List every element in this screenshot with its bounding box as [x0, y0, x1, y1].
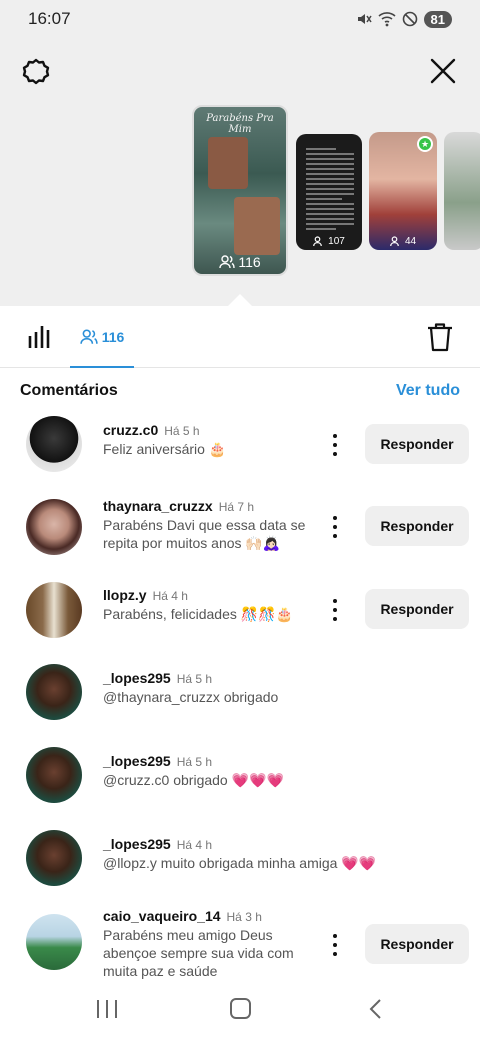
avatar[interactable]	[26, 664, 82, 720]
story-header: Parabéns Pra Mim 116 107 ★ 44	[0, 38, 480, 306]
story-viewers: 107	[296, 236, 362, 247]
comment-username[interactable]: cruzz.c0	[103, 422, 158, 438]
comment-username[interactable]: thaynara_cruzzx	[103, 498, 213, 514]
comment-text: Parabéns, felicidades 🎊🎊🎂	[103, 606, 294, 622]
comment-text: @llopz.y muito obrigada minha amiga 💗💗	[103, 855, 377, 871]
viewers-icon	[313, 236, 323, 247]
avatar[interactable]	[26, 830, 82, 886]
comment-item: llopz.y Há 4 h Parabéns, felicidades 🎊🎊🎂 …	[0, 577, 480, 653]
comment-time: Há 5 h	[164, 424, 200, 438]
story-thumbnail[interactable]: 107	[296, 134, 362, 250]
story-photo	[234, 197, 280, 255]
story-viewers-count: 116	[238, 254, 261, 270]
dnd-icon	[402, 11, 417, 27]
story-thumbnail[interactable]	[444, 132, 480, 250]
selected-story-indicator	[228, 294, 252, 306]
story-thumbnail[interactable]: ★ 44	[369, 132, 437, 250]
close-friends-badge: ★	[417, 136, 433, 152]
chevron-left-icon	[369, 999, 381, 1019]
avatar[interactable]	[26, 914, 82, 970]
status-icons: 81	[356, 10, 452, 28]
comments-title: Comentários	[20, 382, 118, 399]
back-button[interactable]	[368, 999, 384, 1019]
comment-username[interactable]: llopz.y	[103, 587, 147, 603]
tab-viewers[interactable]: 116	[70, 306, 134, 368]
story-title: Parabéns Pra Mim	[206, 113, 274, 135]
story-thumbnail-selected[interactable]: Parabéns Pra Mim 116	[192, 105, 288, 276]
story-viewers: 116	[194, 254, 286, 270]
trash-icon	[428, 323, 452, 352]
comment-item: _lopes295 Há 5 h @thaynara_cruzzx obrigad…	[0, 660, 480, 736]
reply-button[interactable]: Responder	[365, 424, 469, 464]
comment-time: Há 5 h	[176, 672, 213, 686]
comment-time: Há 4 h	[152, 589, 188, 603]
comment-time: Há 7 h	[218, 500, 255, 514]
comment-username[interactable]: _lopes295	[103, 836, 171, 852]
more-options-button[interactable]	[326, 597, 344, 623]
comment-text: Parabéns meu amigo Deus abençoe sempre s…	[103, 927, 294, 979]
comment-text: Feliz aniversário 🎂	[103, 441, 227, 457]
comment-item: caio_vaqueiro_14 Há 3 h Parabéns meu amig…	[0, 904, 480, 980]
avatar[interactable]	[26, 416, 82, 472]
story-viewers-count: 44	[404, 236, 417, 247]
battery-level: 81	[430, 11, 445, 27]
reply-button[interactable]: Responder	[365, 589, 469, 629]
more-options-button[interactable]	[326, 514, 344, 540]
avatar[interactable]	[26, 499, 82, 555]
recent-apps-button[interactable]	[97, 1000, 117, 1018]
wifi-icon	[377, 12, 396, 27]
viewers-count: 116	[101, 329, 125, 345]
viewers-icon	[80, 329, 98, 344]
tab-insights[interactable]	[26, 324, 52, 350]
comment-item: cruzz.c0 Há 5 h Feliz aniversário 🎂 Respo…	[0, 412, 480, 488]
more-options-button[interactable]	[326, 932, 344, 958]
story-photo	[208, 137, 248, 189]
close-icon	[430, 58, 456, 84]
reply-button[interactable]: Responder	[365, 924, 469, 964]
delete-button[interactable]	[426, 322, 454, 352]
story-text-preview	[306, 148, 354, 233]
gear-icon	[22, 58, 50, 85]
status-time: 16:07	[28, 9, 71, 28]
avatar[interactable]	[26, 582, 82, 638]
avatar[interactable]	[26, 747, 82, 803]
comment-text: @cruzz.c0 obrigado 💗💗💗	[103, 772, 284, 788]
reply-button[interactable]: Responder	[365, 506, 469, 546]
comment-time: Há 5 h	[176, 755, 213, 769]
system-nav-bar	[0, 980, 480, 1040]
comment-item: _lopes295 Há 5 h @cruzz.c0 obrigado 💗💗💗	[0, 743, 480, 819]
comment-text: Parabéns Davi que essa data se repita po…	[103, 517, 306, 551]
mute-icon	[357, 14, 372, 24]
comment-username[interactable]: _lopes295	[103, 753, 171, 769]
see-all-link[interactable]: Ver tudo	[396, 382, 460, 400]
viewers-icon	[219, 255, 236, 269]
comments-header: Comentários Ver tudo	[20, 382, 460, 400]
story-viewers: 44	[369, 236, 437, 247]
story-viewers-count: 107	[328, 236, 345, 247]
more-options-button[interactable]	[326, 432, 344, 458]
comment-item: _lopes295 Há 4 h @llopz.y muito obrigada …	[0, 826, 480, 902]
viewers-icon	[390, 236, 399, 247]
battery-icon: 81	[423, 10, 452, 28]
comment-item: thaynara_cruzzx Há 7 h Parabéns Davi que …	[0, 494, 480, 570]
comment-username[interactable]: _lopes295	[103, 670, 171, 686]
comment-text: @thaynara_cruzzx obrigado	[103, 689, 279, 705]
insights-tab-row: 116	[0, 306, 480, 368]
close-button[interactable]	[426, 54, 460, 88]
status-bar: 16:07 81	[0, 0, 480, 38]
comment-username[interactable]: caio_vaqueiro_14	[103, 908, 221, 924]
home-button[interactable]	[230, 998, 251, 1019]
bar-chart-icon	[28, 326, 50, 348]
settings-button[interactable]	[18, 54, 54, 90]
comment-time: Há 3 h	[226, 910, 262, 924]
comment-time: Há 4 h	[176, 838, 213, 852]
